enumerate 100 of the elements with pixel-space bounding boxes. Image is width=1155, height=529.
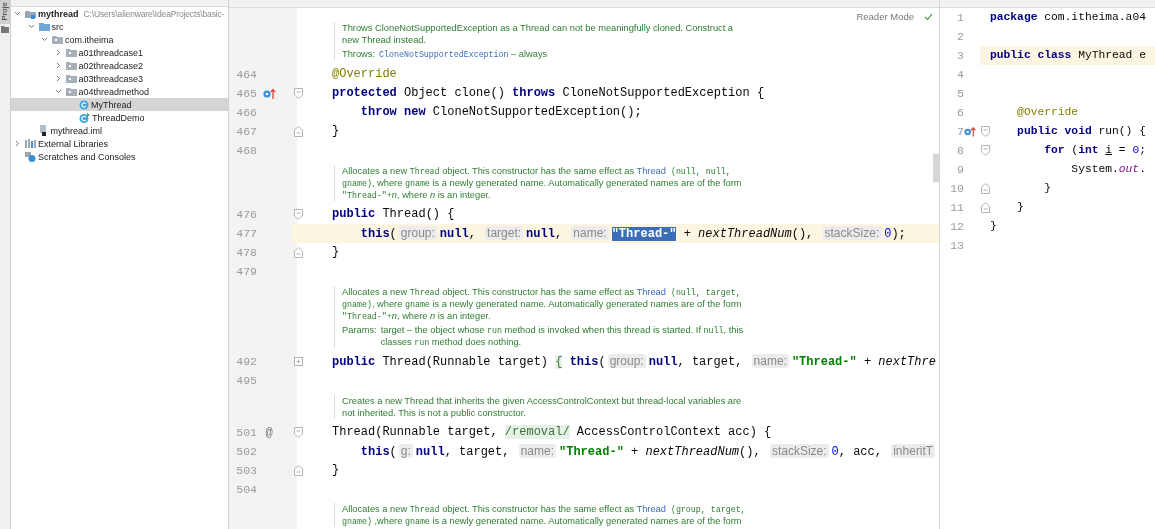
code-line: } xyxy=(332,123,340,140)
code-line: protected Object clone() throws CloneNotSupportedException { xyxy=(332,85,765,102)
tree-item-label: mythread xyxy=(38,8,79,19)
code-line: } xyxy=(1043,181,1051,196)
fold-icon[interactable] xyxy=(980,126,990,137)
doc-comment-line: new Thread instead. xyxy=(342,34,428,46)
tree-row[interactable]: mythread.iml xyxy=(11,124,228,137)
doc-comment-line: Throws CloneNotSupportedException as a Thread can not be meaningfully cloned. Construct a xyxy=(342,22,735,34)
tree-item-label: Scratches and Consoles xyxy=(38,151,136,162)
line-number: 501 xyxy=(236,426,257,439)
line-number: 12 xyxy=(950,220,964,233)
doc-tag-label: Throws: xyxy=(342,48,376,60)
line-number: 1 xyxy=(957,11,964,24)
runnable-class-icon xyxy=(79,112,90,123)
folder-icon xyxy=(65,74,77,83)
line-number: 477 xyxy=(236,227,257,240)
line-number: 10 xyxy=(950,182,964,195)
doc-comment-line: classes run method does nothing. xyxy=(380,335,523,348)
line-number: 7 xyxy=(957,125,964,138)
line-number: 478 xyxy=(236,246,257,259)
line-number: 465 xyxy=(236,87,257,100)
scrollbar[interactable] xyxy=(933,154,939,182)
tree-row[interactable]: a03threadcase3 xyxy=(11,72,228,85)
tree-row[interactable]: a02threadcase2 xyxy=(11,59,228,72)
line-number: 467 xyxy=(236,125,257,138)
line-number: 479 xyxy=(236,265,257,278)
fold-icon[interactable] xyxy=(294,465,303,476)
doc-comment-line: CloneNotSupportedException – always xyxy=(379,48,548,60)
line-number: 3 xyxy=(957,49,964,62)
tree-item-label: a03threadcase3 xyxy=(78,73,144,84)
tree-row[interactable]: Scratches and Consoles xyxy=(11,150,228,163)
fold-icon[interactable] xyxy=(294,209,303,220)
fold-icon[interactable] xyxy=(980,202,990,213)
line-number: 13 xyxy=(950,239,964,252)
doc-link[interactable]: Thread xyxy=(636,286,666,297)
doc-link[interactable]: CloneNotSupportedException xyxy=(379,50,509,59)
gutter-mark[interactable]: @ xyxy=(265,425,273,440)
file-icon xyxy=(38,125,49,136)
code-line: this( group: null, target: null, name: "Thread-" + nextThreadNum(), stackSize: 0); xyxy=(359,224,906,243)
tree-row[interactable]: a01threadcase1 xyxy=(11,46,228,59)
code-line: } xyxy=(332,244,340,261)
expand-fold-icon[interactable] xyxy=(294,357,303,366)
tree-row[interactable]: a04threadmethod xyxy=(11,85,228,98)
tree-row[interactable]: MyThread xyxy=(11,98,228,111)
tree-item-label: External Libraries xyxy=(38,138,109,149)
chevron-icon[interactable] xyxy=(12,9,23,18)
doc-comment-line: gname) ,where gname is a newly generated name. Automatically generated names are of the form xyxy=(342,514,743,527)
fold-icon[interactable] xyxy=(980,183,990,194)
override-marker-icon[interactable] xyxy=(964,126,976,137)
tree-item-label: com.itheima xyxy=(65,34,114,45)
check-icon xyxy=(924,12,933,21)
fold-icon[interactable] xyxy=(980,145,990,156)
tree-row[interactable]: src xyxy=(11,20,228,33)
fold-icon[interactable] xyxy=(294,247,303,258)
class-icon xyxy=(79,99,89,110)
doc-link[interactable]: Thread xyxy=(636,503,666,514)
line-number: 495 xyxy=(236,374,257,387)
code-line: public void run() { xyxy=(1016,124,1146,139)
line-number: 503 xyxy=(236,464,257,477)
code-line: @Override xyxy=(332,66,397,83)
reader-mode-link[interactable]: Reader Mode xyxy=(856,11,914,22)
folder-icon xyxy=(65,48,77,57)
line-number: 464 xyxy=(236,68,257,81)
line-number: 466 xyxy=(236,106,257,119)
tree-item-label: a02threadcase2 xyxy=(78,60,144,71)
tree-row[interactable]: External Libraries xyxy=(11,137,228,150)
doc-comment-line: Creates a new Thread that inherits the given AccessControlContext but thread-local variables are xyxy=(342,394,743,407)
fold-icon[interactable] xyxy=(294,126,303,137)
project-tool-tab[interactable]: Proje xyxy=(0,0,10,24)
fold-icon[interactable] xyxy=(294,427,303,438)
line-number: 6 xyxy=(957,106,964,119)
folder-icon xyxy=(52,35,63,44)
folder-icon xyxy=(38,22,50,31)
doc-comment-line: target – the object whose run method is invoked when this thread is started. If null, this xyxy=(380,323,744,336)
tree-row[interactable]: com.itheima xyxy=(11,33,228,46)
doc-link[interactable]: Thread xyxy=(636,165,666,176)
tree-item-label: mythread.iml xyxy=(50,125,102,136)
code-line: } xyxy=(990,219,997,234)
line-number: 502 xyxy=(236,445,257,458)
library-icon xyxy=(25,139,36,148)
line-number: 8 xyxy=(957,144,964,157)
tree-item-label: ThreadDemo xyxy=(92,112,145,123)
fold-icon[interactable] xyxy=(294,88,303,99)
tree-row[interactable]: mythread C:\Users\alienware\IdeaProjects\basic- xyxy=(11,7,228,20)
doc-comment-line: "Thread-"+n, where n is an integer. xyxy=(342,309,492,322)
chevron-icon[interactable] xyxy=(39,35,50,44)
override-marker-icon[interactable] xyxy=(262,88,276,99)
line-number: 4 xyxy=(957,68,964,81)
line-number: 468 xyxy=(236,144,257,157)
code-line: public Thread(Runnable target) { this( group: null, target, name: "Thread-" + nextThre xyxy=(332,352,936,371)
module-path: C:\Users\alienware\IdeaProjects\basic- xyxy=(83,8,225,19)
line-number: 5 xyxy=(957,87,964,100)
code-line: this( g: null, target, name: "Thread-" + nextThreadNum(), stackSize: 0, acc, inheritT xyxy=(359,442,937,461)
code-line: public Thread() { xyxy=(332,206,455,223)
tree-row[interactable]: ThreadDemo xyxy=(11,111,228,124)
code-line: } xyxy=(332,462,340,479)
line-number: 11 xyxy=(950,201,964,214)
code-line: } xyxy=(1016,200,1024,215)
code-line: public class MyThread e xyxy=(990,48,1146,63)
tree-item-label: a01threadcase1 xyxy=(78,47,144,58)
